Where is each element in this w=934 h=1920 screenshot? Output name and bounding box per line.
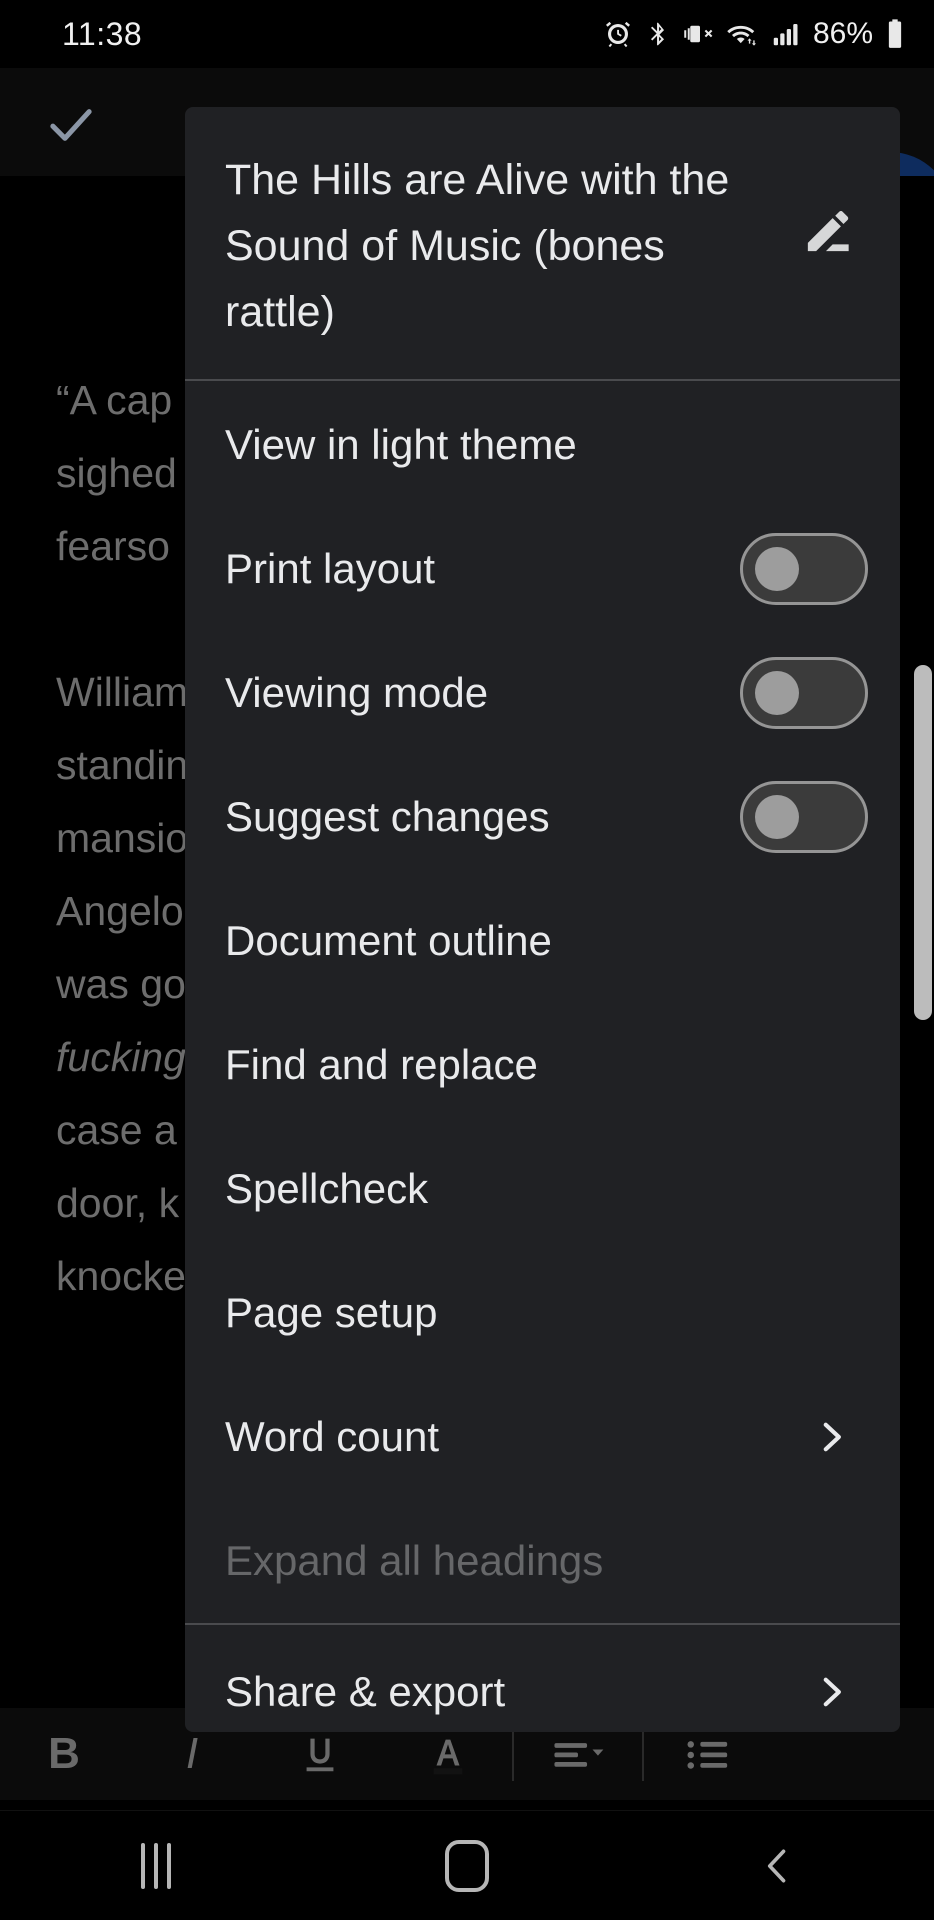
- alarm-icon: [605, 21, 630, 48]
- battery-icon: [888, 19, 902, 48]
- menu-item-label: Share & export: [225, 1667, 506, 1715]
- rename-document-button[interactable]: [780, 183, 876, 279]
- viewing-mode-toggle[interactable]: [740, 657, 868, 729]
- battery-percent-label: 86%: [812, 17, 873, 50]
- cellular-signal-icon: [773, 24, 798, 46]
- menu-item-suggest-changes[interactable]: Suggest changes: [185, 755, 900, 879]
- toggle-knob: [755, 795, 799, 839]
- menu-item-label: Document outline: [225, 916, 552, 964]
- menu-item-print-layout[interactable]: Print layout: [185, 507, 900, 631]
- menu-item-label: Page setup: [225, 1288, 438, 1336]
- menu-item-page-setup[interactable]: Page setup: [185, 1251, 900, 1375]
- menu-item-label: Spellcheck: [225, 1164, 429, 1212]
- status-time: 11:38: [62, 15, 143, 52]
- bulleted-list-icon: [687, 1741, 728, 1769]
- menu-item-viewing-mode[interactable]: Viewing mode: [185, 631, 900, 755]
- chevron-right-icon: [808, 1414, 854, 1460]
- toggle-knob: [755, 671, 799, 715]
- chevron-right-icon: [808, 1669, 854, 1715]
- menu-item-label: Viewing mode: [225, 668, 489, 716]
- menu-item-find-and-replace[interactable]: Find and replace: [185, 1003, 900, 1127]
- toggle-knob: [755, 547, 799, 591]
- bold-button[interactable]: B: [0, 1708, 128, 1800]
- bluetooth-icon: [650, 22, 664, 46]
- wifi-icon: [727, 25, 756, 46]
- bold-icon: B: [48, 1729, 80, 1778]
- back-chevron-icon: [768, 1849, 786, 1882]
- check-icon: [50, 109, 92, 141]
- android-navigation-bar: [0, 1810, 934, 1920]
- home-icon: [444, 1839, 489, 1892]
- home-button[interactable]: [387, 1811, 547, 1920]
- italic-icon: I: [185, 1729, 199, 1778]
- document-scrollbar[interactable]: [914, 665, 932, 1020]
- document-title: The Hills are Alive with the Sound of Mu…: [225, 156, 730, 336]
- menu-title-row: The Hills are Alive with the Sound of Mu…: [185, 107, 900, 379]
- menu-item-label: Print layout: [225, 544, 436, 592]
- align-left-icon: [554, 1743, 604, 1767]
- underline-icon: [306, 1738, 334, 1772]
- phone-screen: 11:38 86% “A cap sighed fearso William s…: [0, 0, 934, 1920]
- menu-item-spellcheck[interactable]: Spellcheck: [185, 1127, 900, 1251]
- menu-item-label: Word count: [225, 1412, 439, 1460]
- menu-item-label: Suggest changes: [225, 792, 550, 840]
- menu-item-label: Expand all headings: [225, 1536, 604, 1584]
- status-icon-group: 86%: [603, 17, 906, 51]
- menu-item-share-and-export[interactable]: Share & export: [185, 1625, 900, 1732]
- recents-icon: [140, 1842, 171, 1889]
- recents-button[interactable]: [76, 1811, 236, 1920]
- back-button[interactable]: [698, 1811, 858, 1920]
- vibrate-icon: [684, 25, 713, 43]
- suggest-changes-toggle[interactable]: [740, 781, 868, 853]
- document-options-menu: The Hills are Alive with the Sound of Mu…: [185, 107, 900, 1732]
- menu-item-word-count[interactable]: Word count: [185, 1375, 900, 1499]
- menu-item-label: View in light theme: [225, 420, 577, 468]
- text-color-icon: [433, 1739, 463, 1775]
- status-bar: 11:38 86%: [0, 0, 934, 68]
- print-layout-toggle[interactable]: [740, 533, 868, 605]
- menu-item-document-outline[interactable]: Document outline: [185, 879, 900, 1003]
- menu-item-expand-all-headings: Expand all headings: [185, 1499, 900, 1623]
- pencil-edit-icon: [807, 211, 849, 252]
- menu-item-list: View in light theme Print layout Viewing…: [185, 381, 900, 1623]
- menu-item-view-in-light-theme[interactable]: View in light theme: [185, 383, 900, 507]
- accept-check-button[interactable]: [38, 92, 104, 158]
- menu-item-label: Find and replace: [225, 1040, 538, 1088]
